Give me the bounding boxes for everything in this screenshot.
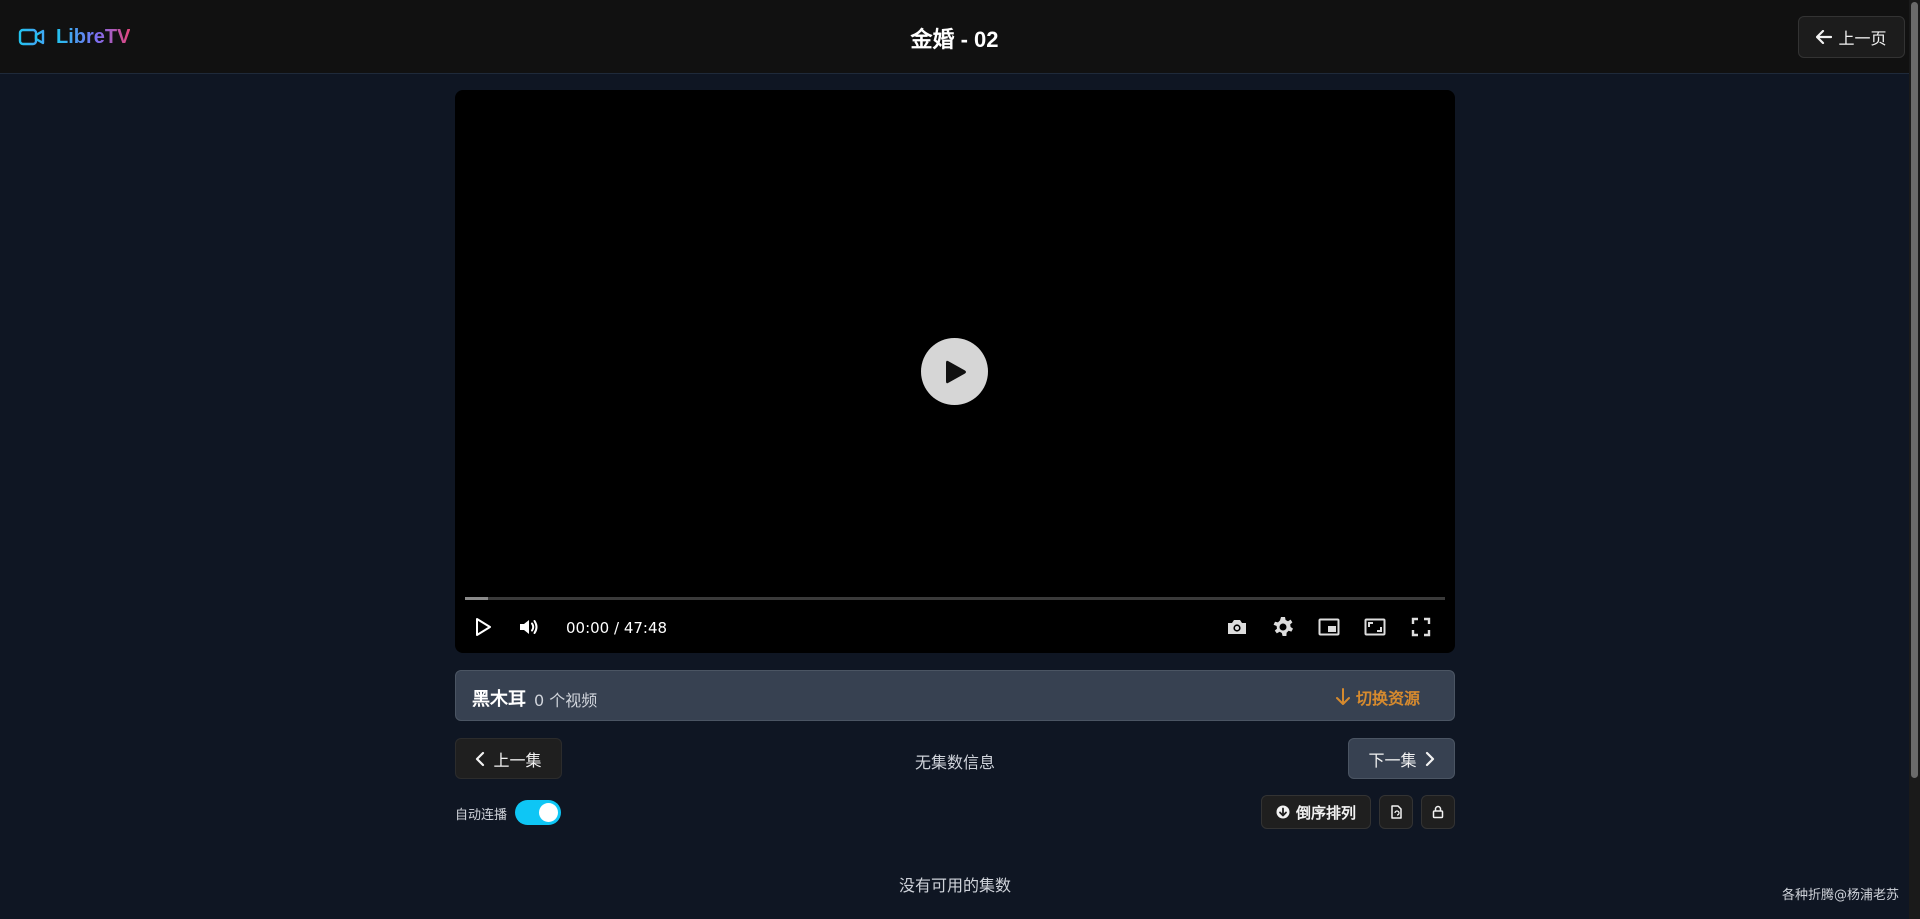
time-separator: / <box>609 619 624 637</box>
scrollbar-thumb[interactable] <box>1911 2 1918 778</box>
copy-link-button[interactable] <box>1379 795 1413 829</box>
chevron-right-icon <box>1425 751 1434 766</box>
autoplay-toggle[interactable] <box>515 800 561 825</box>
scrollbar[interactable] <box>1909 0 1920 919</box>
volume-icon <box>520 620 538 634</box>
arrow-left-icon <box>1816 30 1833 44</box>
chevron-left-icon <box>476 751 485 766</box>
volume-button[interactable] <box>514 612 544 642</box>
fullscreen-icon <box>1411 617 1431 637</box>
gear-icon <box>1273 617 1293 636</box>
big-play-button[interactable] <box>921 338 988 405</box>
duration: 47:48 <box>623 619 668 637</box>
sort-icon <box>1276 805 1290 819</box>
play-icon <box>476 618 491 636</box>
play-icon <box>945 360 966 383</box>
footer-credit: 各种折腾@杨浦老苏 <box>1781 888 1899 903</box>
copy-icon <box>1391 805 1402 819</box>
prev-episode-label: 上一集 <box>493 750 542 770</box>
back-button[interactable]: 上一页 <box>1798 16 1905 58</box>
switch-source-label: 切换资源 <box>1356 689 1421 708</box>
source-name: 黑木耳 <box>472 689 526 710</box>
next-episode-label: 下一集 <box>1368 750 1417 770</box>
current-time: 00:00 <box>566 619 610 637</box>
progress-bar[interactable] <box>465 597 1445 600</box>
toggle-knob <box>539 803 558 822</box>
back-button-label: 上一页 <box>1838 29 1887 48</box>
reverse-order-button[interactable]: 倒序排列 <box>1261 795 1371 829</box>
picture-in-picture-icon <box>1318 618 1340 636</box>
top-bar: LibreTV 金婚 - 02 上一页 <box>0 0 1909 74</box>
switch-source-button[interactable]: 切换资源 <box>1336 685 1420 709</box>
source-video-count: 0 个视频 <box>534 691 598 710</box>
source-info-bar: 黑木耳 0 个视频 切换资源 <box>455 670 1455 721</box>
settings-button[interactable] <box>1268 612 1298 642</box>
picture-in-picture-button[interactable] <box>1314 612 1344 642</box>
screenshot-button[interactable] <box>1222 612 1252 642</box>
fullscreen-button[interactable] <box>1406 612 1436 642</box>
autoplay-label: 自动连播 <box>455 808 508 823</box>
reverse-order-label: 倒序排列 <box>1295 803 1356 822</box>
next-episode-button[interactable]: 下一集 <box>1348 738 1455 779</box>
prev-episode-button[interactable]: 上一集 <box>455 738 562 779</box>
video-player[interactable]: 00:00 / 47:48 <box>455 90 1455 653</box>
play-button[interactable] <box>468 612 498 642</box>
page-title: 金婚 - 02 <box>910 27 999 52</box>
progress-buffered <box>465 597 488 600</box>
arrow-down-icon <box>1336 688 1350 705</box>
web-fullscreen-icon <box>1364 618 1386 636</box>
web-fullscreen-button[interactable] <box>1360 612 1390 642</box>
episode-info-text: 无集数信息 <box>914 753 995 772</box>
empty-episodes-message: 没有可用的集数 <box>898 876 1011 895</box>
lock-button[interactable] <box>1421 795 1455 829</box>
lock-icon <box>1432 805 1444 819</box>
camera-icon <box>1228 620 1246 634</box>
time-display: 00:00 / 47:48 <box>566 619 667 637</box>
